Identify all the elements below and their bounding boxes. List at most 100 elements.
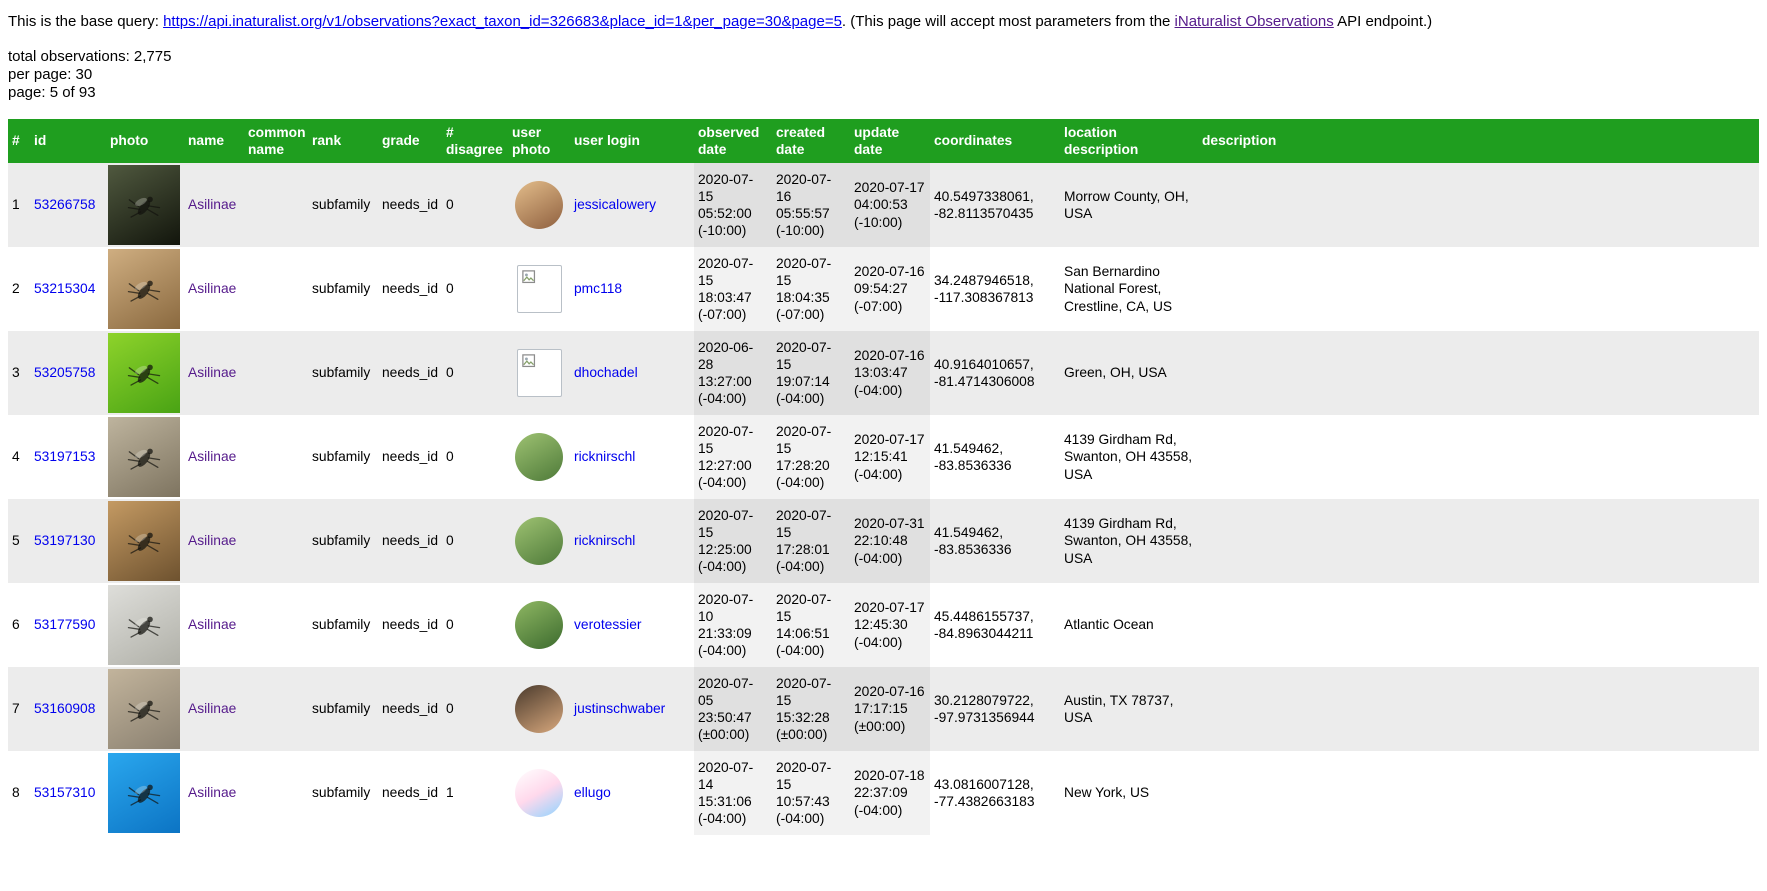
- taxon-name-link[interactable]: Asilinae: [188, 617, 236, 632]
- column-header-photo: photo: [106, 118, 184, 164]
- user-login-link[interactable]: ricknirschl: [574, 533, 635, 548]
- observations-table: # id photo name common name rank grade #…: [8, 118, 1759, 836]
- user-login-link[interactable]: jessicalowery: [574, 197, 656, 212]
- user-login-link[interactable]: dhochadel: [574, 365, 638, 380]
- stats-block: total observations: 2,775 per page: 30 p…: [8, 48, 1759, 103]
- observed-date-cell: 2020-06-28 13:27:00 (-04:00): [694, 331, 772, 416]
- observation-photo[interactable]: [108, 501, 180, 582]
- observation-photo[interactable]: [108, 165, 180, 246]
- user-avatar[interactable]: [515, 181, 563, 230]
- insect-silhouette-icon: [127, 616, 161, 638]
- description-cell: [1198, 247, 1759, 331]
- broken-image-icon: [521, 354, 535, 368]
- column-header-user-login: user login: [570, 118, 694, 164]
- column-header-coordinates: coordinates: [930, 118, 1060, 164]
- observation-id-link[interactable]: 53160908: [34, 701, 95, 716]
- grade-cell: needs_id: [382, 449, 439, 465]
- disagree-count-cell: 1: [446, 785, 454, 801]
- common-name-cell: [244, 247, 308, 331]
- common-name-cell: [244, 499, 308, 583]
- base-query-link[interactable]: https://api.inaturalist.org/v1/observati…: [163, 13, 842, 30]
- taxon-name-link[interactable]: Asilinae: [188, 365, 236, 380]
- table-row: 5 53197130 Asilinae subfamily needs_id 0…: [8, 499, 1759, 584]
- user-login-link[interactable]: pmc118: [574, 281, 622, 296]
- column-header-observed-date: observed date: [694, 118, 772, 164]
- column-header-num: #: [8, 118, 30, 164]
- per-page: per page: 30: [8, 66, 93, 84]
- inaturalist-observations-link[interactable]: iNaturalist Observations: [1175, 13, 1334, 30]
- observation-photo[interactable]: [108, 333, 180, 414]
- observation-id-link[interactable]: 53197153: [34, 449, 95, 464]
- common-name-cell: [244, 415, 308, 499]
- user-avatar[interactable]: [516, 349, 562, 398]
- location-description-cell: New York, US: [1064, 785, 1150, 801]
- update-date-cell: 2020-07-17 12:15:41 (-04:00): [850, 415, 930, 500]
- header-row: # id photo name common name rank grade #…: [8, 118, 1759, 164]
- observation-photo[interactable]: [108, 669, 180, 750]
- location-description-cell: Green, OH, USA: [1064, 365, 1167, 381]
- observation-id-link[interactable]: 53215304: [34, 281, 95, 296]
- observation-id-link[interactable]: 53266758: [34, 197, 95, 212]
- coordinates-cell: 41.549462, -83.8536336: [934, 440, 1012, 474]
- created-date-cell: 2020-07-16 05:55:57 (-10:00): [772, 163, 850, 248]
- column-header-disagree: # disagree: [442, 118, 508, 164]
- taxon-name-link[interactable]: Asilinae: [188, 701, 236, 716]
- user-avatar[interactable]: [515, 601, 563, 650]
- column-header-rank: rank: [308, 118, 378, 164]
- grade-cell: needs_id: [382, 617, 439, 633]
- update-date-cell: 2020-07-18 22:37:09 (-04:00): [850, 751, 930, 836]
- observation-id-link[interactable]: 53177590: [34, 617, 95, 632]
- observation-id-link[interactable]: 53157310: [34, 785, 95, 800]
- taxon-name-link[interactable]: Asilinae: [188, 197, 236, 212]
- page-indicator: page: 5 of 93: [8, 84, 96, 102]
- observed-date-cell: 2020-07-14 15:31:06 (-04:00): [694, 751, 772, 836]
- column-header-description: description: [1198, 118, 1759, 164]
- coordinates-cell: 40.5497338061, -82.8113570435: [934, 188, 1034, 222]
- created-date-cell: 2020-07-15 19:07:14 (-04:00): [772, 331, 850, 416]
- coordinates-cell: 34.2487946518, -117.308367813: [934, 272, 1034, 306]
- user-login-link[interactable]: ellugo: [574, 785, 611, 800]
- common-name-cell: [244, 751, 308, 835]
- taxon-name-link[interactable]: Asilinae: [188, 533, 236, 548]
- rank-cell: subfamily: [312, 449, 371, 465]
- description-cell: [1198, 751, 1759, 835]
- observation-id-link[interactable]: 53197130: [34, 533, 95, 548]
- taxon-name-link[interactable]: Asilinae: [188, 281, 236, 296]
- insect-silhouette-icon: [127, 196, 161, 218]
- created-date-cell: 2020-07-15 14:06:51 (-04:00): [772, 583, 850, 668]
- row-number: 5: [12, 533, 20, 549]
- user-avatar[interactable]: [515, 433, 563, 482]
- coordinates-cell: 30.2128079722, -97.9731356944: [934, 692, 1035, 726]
- user-avatar[interactable]: [515, 685, 563, 734]
- observation-photo[interactable]: [108, 417, 180, 498]
- column-header-name: name: [184, 118, 244, 164]
- insect-silhouette-icon: [127, 700, 161, 722]
- observed-date-cell: 2020-07-15 12:25:00 (-04:00): [694, 499, 772, 584]
- observation-photo[interactable]: [108, 585, 180, 666]
- row-number: 3: [12, 365, 20, 381]
- table-row: 2 53215304 Asilinae subfamily needs_id 0…: [8, 247, 1759, 332]
- update-date-cell: 2020-07-31 22:10:48 (-04:00): [850, 499, 930, 584]
- observation-id-link[interactable]: 53205758: [34, 365, 95, 380]
- intro-middle: . (This page will accept most parameters…: [841, 13, 1175, 30]
- taxon-name-link[interactable]: Asilinae: [188, 785, 236, 800]
- user-login-link[interactable]: justinschwaber: [574, 701, 665, 716]
- location-description-cell: Morrow County, OH, USA: [1064, 188, 1189, 222]
- user-avatar[interactable]: [515, 517, 563, 566]
- grade-cell: needs_id: [382, 197, 439, 213]
- user-login-link[interactable]: ricknirschl: [574, 449, 635, 464]
- user-login-link[interactable]: verotessier: [574, 617, 641, 632]
- disagree-count-cell: 0: [446, 533, 454, 549]
- total-observations: total observations: 2,775: [8, 47, 172, 65]
- table-row: 8 53157310 Asilinae subfamily needs_id 1…: [8, 751, 1759, 836]
- description-cell: [1198, 163, 1759, 247]
- row-number: 1: [12, 197, 20, 213]
- taxon-name-link[interactable]: Asilinae: [188, 449, 236, 464]
- user-avatar[interactable]: [515, 769, 563, 818]
- observation-photo[interactable]: [108, 753, 180, 834]
- column-header-update-date: update date: [850, 118, 930, 164]
- disagree-count-cell: 0: [446, 281, 454, 297]
- grade-cell: needs_id: [382, 365, 439, 381]
- user-avatar[interactable]: [516, 265, 562, 314]
- observation-photo[interactable]: [108, 249, 180, 330]
